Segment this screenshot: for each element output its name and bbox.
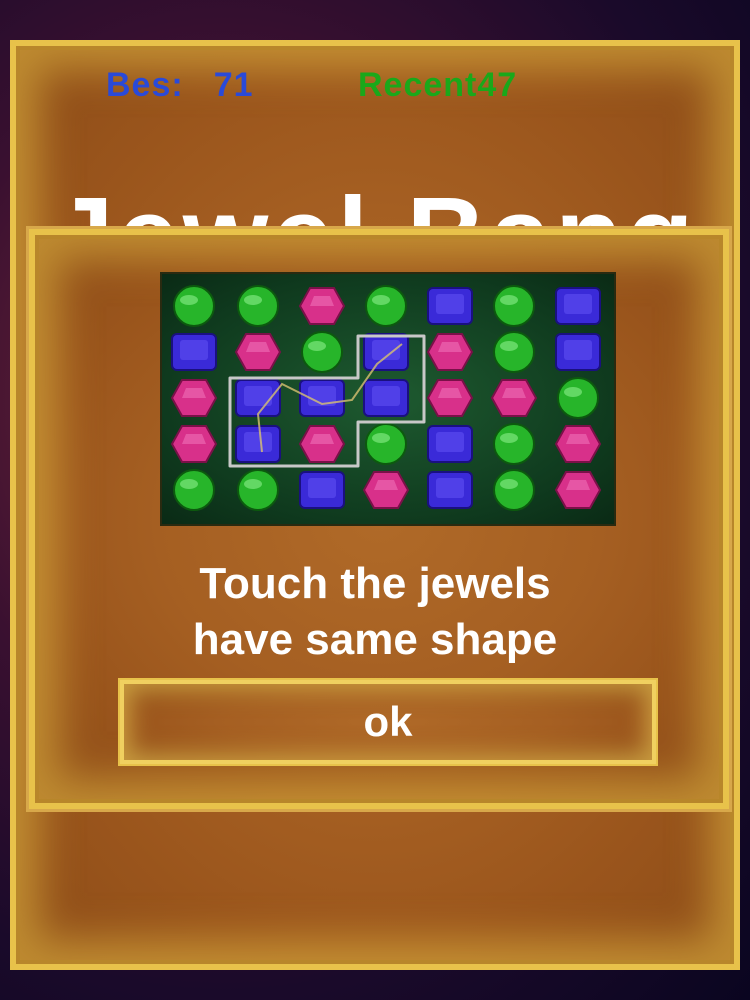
jewel-shine xyxy=(436,478,464,498)
green-jewel xyxy=(301,331,343,373)
recent-score-value: 47 xyxy=(477,66,518,104)
jewel-shine xyxy=(500,295,518,305)
jewel-shine xyxy=(180,340,208,360)
jewel-shine xyxy=(180,479,198,489)
jewel-shine xyxy=(374,480,398,490)
jewel-shine xyxy=(500,479,518,489)
jewel-shine xyxy=(438,388,462,398)
jewel-shine xyxy=(372,295,390,305)
jewel-shine xyxy=(310,434,334,444)
jewel-shine xyxy=(436,432,464,452)
jewel-shine xyxy=(438,342,462,352)
best-score: Bes: 71 xyxy=(106,66,254,105)
jewel-shine xyxy=(182,388,206,398)
jewel-shine xyxy=(566,480,590,490)
tutorial-board-preview xyxy=(160,272,616,526)
jewel-shine xyxy=(244,432,272,452)
green-jewel xyxy=(237,469,279,511)
tutorial-instruction: Touch the jewels have same shape xyxy=(60,556,690,668)
recent-score-label: Recent xyxy=(358,66,478,104)
instruction-line-1: Touch the jewels xyxy=(199,559,551,608)
jewel-shine xyxy=(308,478,336,498)
green-jewel xyxy=(557,377,599,419)
green-jewel xyxy=(365,285,407,327)
jewel-shine xyxy=(564,340,592,360)
jewel-shine xyxy=(500,341,518,351)
ok-button[interactable]: ok xyxy=(118,678,658,766)
green-jewel xyxy=(493,285,535,327)
jewel-shine xyxy=(564,387,582,397)
jewel-shine xyxy=(502,388,526,398)
green-jewel xyxy=(365,423,407,465)
board-svg xyxy=(170,285,602,511)
best-score-value: 71 xyxy=(213,66,254,104)
jewel-shine xyxy=(244,295,262,305)
instruction-line-2: have same shape xyxy=(192,615,558,664)
game-title: Jewel Bang xyxy=(0,172,750,230)
jewel-shine xyxy=(372,433,390,443)
jewel-shine xyxy=(180,295,198,305)
green-jewel xyxy=(493,469,535,511)
jewel-shine xyxy=(566,434,590,444)
ok-label: ok xyxy=(363,698,413,745)
jewel-shine xyxy=(310,296,334,306)
jewel-shine xyxy=(246,342,270,352)
recent-score: Recent47 xyxy=(358,66,517,105)
green-jewel xyxy=(493,331,535,373)
green-jewel xyxy=(237,285,279,327)
jewel-shine xyxy=(436,294,464,314)
green-jewel xyxy=(173,469,215,511)
green-jewel xyxy=(493,423,535,465)
best-score-label: Bes: xyxy=(106,66,184,104)
green-jewel xyxy=(173,285,215,327)
jewel-shine xyxy=(564,294,592,314)
jewel-shine xyxy=(182,434,206,444)
jewel-shine xyxy=(372,386,400,406)
jewel-shine xyxy=(244,479,262,489)
jewel-shine xyxy=(500,433,518,443)
jewel-shine xyxy=(308,341,326,351)
